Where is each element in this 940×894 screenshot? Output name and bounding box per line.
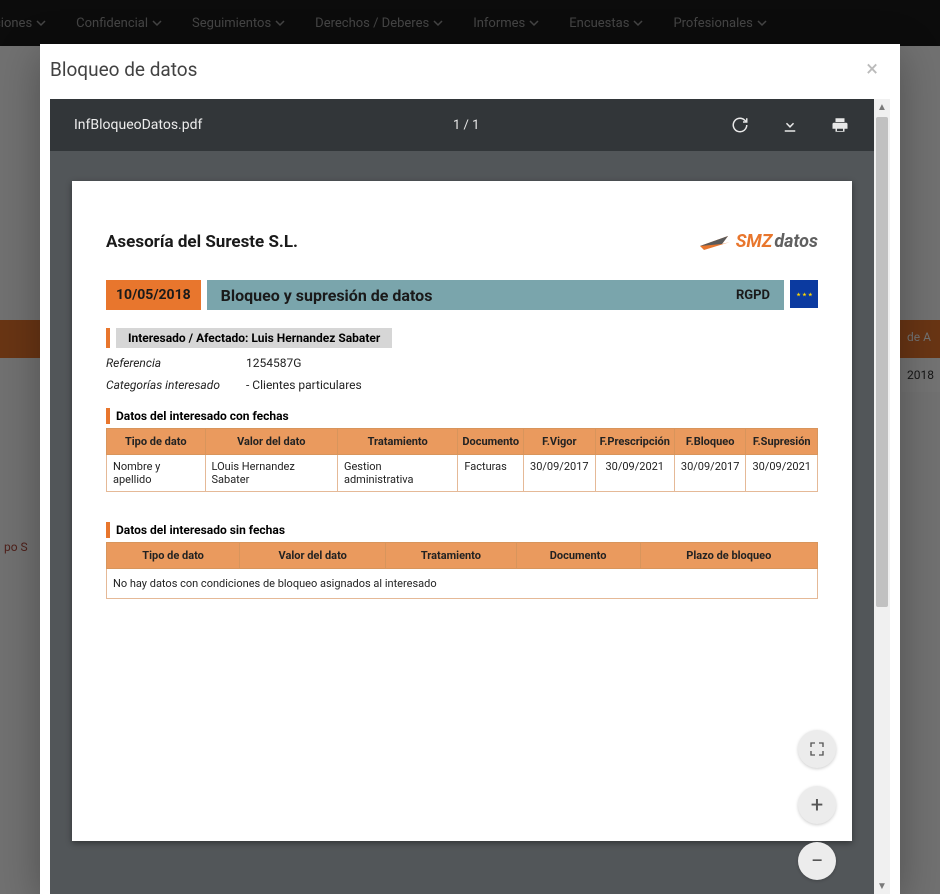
print-icon[interactable] xyxy=(830,115,850,135)
table1: Tipo de datoValor del datoTratamientoDoc… xyxy=(106,428,818,492)
table2-header: Valor del dato xyxy=(240,543,386,569)
table1-title: Datos del interesado con fechas xyxy=(116,408,289,424)
modal-title: Bloqueo de datos xyxy=(50,58,197,81)
pdf-filename: InfBloqueoDatos.pdf xyxy=(74,117,202,133)
table1-header: F.Prescripción xyxy=(595,429,674,455)
logo-text-a: SMZ xyxy=(736,231,773,252)
close-icon[interactable]: × xyxy=(866,59,878,81)
scroll-up-icon[interactable]: ▲ xyxy=(877,99,887,115)
table-cell: Nombre y apellido xyxy=(107,455,206,492)
modal: Bloqueo de datos × InfBloqueoDatos.pdf 1… xyxy=(40,44,900,894)
download-icon[interactable] xyxy=(780,115,800,135)
pdf-page-indicator: 1 / 1 xyxy=(453,118,479,133)
table1-header: F.Bloqueo xyxy=(674,429,746,455)
fit-page-icon[interactable] xyxy=(798,730,836,768)
eu-flag-icon: ⋆⋆⋆ xyxy=(790,280,818,308)
meta-value: 1254587G xyxy=(246,356,301,370)
rotate-icon[interactable] xyxy=(730,115,750,135)
table-cell: 30/09/2021 xyxy=(746,455,818,492)
table-cell: 30/09/2021 xyxy=(595,455,674,492)
brand-logo: SMZdatos xyxy=(698,231,818,252)
scrollbar[interactable]: ▲ ▼ xyxy=(874,99,890,894)
table1-header: Tipo de dato xyxy=(107,429,206,455)
meta-key: Referencia xyxy=(106,356,246,370)
scroll-thumb[interactable] xyxy=(876,117,888,607)
table1-header: Tratamiento xyxy=(337,429,457,455)
rgpd-label: RGPD xyxy=(736,288,770,303)
table-cell: LOuis Hernandez Sabater xyxy=(205,455,337,492)
table-cell: 30/09/2017 xyxy=(674,455,746,492)
affected-chip: Interesado / Afectado: Luis Hernandez Sa… xyxy=(116,328,392,348)
meta-value: - Clientes particulares xyxy=(246,378,362,392)
company-name: Asesoría del Sureste S.L. xyxy=(106,232,298,252)
table1-header: F.Vigor xyxy=(524,429,596,455)
table2-header: Plazo de bloqueo xyxy=(640,543,817,569)
logo-text-b: datos xyxy=(774,231,818,252)
pdf-canvas[interactable]: Asesoría del Sureste S.L. SMZdatos 10/05… xyxy=(50,151,874,894)
table2: Tipo de datoValor del datoTratamientoDoc… xyxy=(106,542,818,599)
table2-header: Tratamiento xyxy=(386,543,516,569)
table2-empty-msg: No hay datos con condiciones de bloqueo … xyxy=(107,569,818,599)
report-title: Bloqueo y supresión de datos xyxy=(221,286,433,305)
table2-header: Documento xyxy=(516,543,640,569)
scroll-down-icon[interactable]: ▼ xyxy=(877,878,887,894)
table1-header: F.Supresión xyxy=(746,429,818,455)
table1-header: Valor del dato xyxy=(205,429,337,455)
table1-header: Documento xyxy=(458,429,524,455)
pdf-toolbar: InfBloqueoDatos.pdf 1 / 1 xyxy=(50,99,874,151)
table-cell: 30/09/2017 xyxy=(524,455,596,492)
zoom-in-icon[interactable]: + xyxy=(798,786,836,824)
table2-header: Tipo de dato xyxy=(107,543,240,569)
table2-title: Datos del interesado sin fechas xyxy=(116,522,285,538)
meta-key: Categorías interesado xyxy=(106,378,246,392)
table-row: Nombre y apellidoLOuis Hernandez Sabater… xyxy=(107,455,818,492)
pdf-page: Asesoría del Sureste S.L. SMZdatos 10/05… xyxy=(72,181,852,841)
table-cell: Facturas xyxy=(458,455,524,492)
report-date: 10/05/2018 xyxy=(106,280,201,310)
table-cell: Gestion administrativa xyxy=(337,455,457,492)
zoom-out-icon[interactable]: − xyxy=(798,842,836,880)
